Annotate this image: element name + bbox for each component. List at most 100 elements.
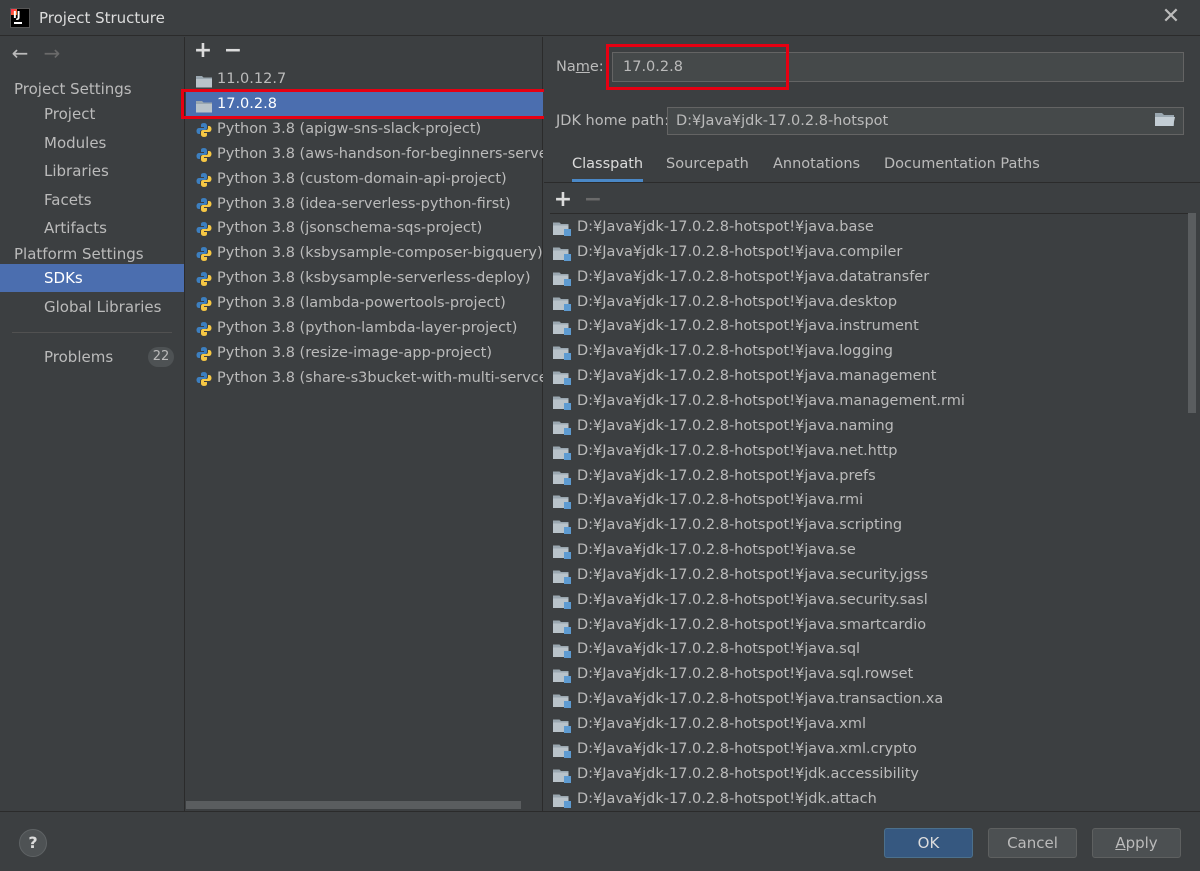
classpath-list-item-label: D:¥Java¥jdk-17.0.2.8-hotspot!¥jdk.access… bbox=[577, 765, 919, 782]
classpath-list-item-label: D:¥Java¥jdk-17.0.2.8-hotspot!¥java.secur… bbox=[577, 591, 928, 608]
ok-button[interactable]: OK bbox=[884, 828, 973, 858]
nav-item-project[interactable]: Project bbox=[0, 100, 184, 128]
sdk-list-item-label: 11.0.12.7 bbox=[217, 71, 287, 87]
classpath-list-item[interactable]: D:¥Java¥jdk-17.0.2.8-hotspot!¥java.loggi… bbox=[550, 339, 1180, 364]
name-label: Name: bbox=[556, 59, 604, 75]
apply-button[interactable]: Apply bbox=[1092, 828, 1181, 858]
classpath-list-item[interactable]: D:¥Java¥jdk-17.0.2.8-hotspot!¥java.net.h… bbox=[550, 439, 1180, 464]
sdk-list-item[interactable]: Python 3.8 (jsonschema-sqs-project) bbox=[186, 216, 543, 241]
classpath-list-item-label: D:¥Java¥jdk-17.0.2.8-hotspot!¥java.deskt… bbox=[577, 293, 898, 310]
classpath-list-item[interactable]: D:¥Java¥jdk-17.0.2.8-hotspot!¥java.deskt… bbox=[550, 290, 1180, 315]
classpath-list: D:¥Java¥jdk-17.0.2.8-hotspot!¥java.base D… bbox=[550, 213, 1190, 811]
sdk-detail-panel: Name: 17.0.2.8 JDK home path: D:¥Java¥jd… bbox=[544, 37, 1200, 811]
classpath-list-item[interactable]: D:¥Java¥jdk-17.0.2.8-hotspot!¥java.sql bbox=[550, 637, 1180, 662]
intellij-logo-icon: IJ bbox=[10, 8, 30, 28]
project-settings-header: Project Settings bbox=[14, 80, 132, 98]
horizontal-scrollbar[interactable] bbox=[186, 801, 521, 809]
sdk-list-item[interactable]: Python 3.8 (apigw-sns-slack-project) bbox=[186, 117, 543, 142]
classpath-list-item[interactable]: D:¥Java¥jdk-17.0.2.8-hotspot!¥java.sql.r… bbox=[550, 662, 1180, 687]
jar-folder-icon bbox=[553, 220, 571, 236]
nav-item-facets[interactable]: Facets bbox=[0, 186, 184, 214]
sdk-list-item[interactable]: Python 3.8 (idea-serverless-python-first… bbox=[186, 192, 543, 217]
browse-folder-icon[interactable] bbox=[1154, 110, 1178, 132]
nav-item-global-libraries[interactable]: Global Libraries bbox=[0, 293, 184, 321]
classpath-list-item[interactable]: D:¥Java¥jdk-17.0.2.8-hotspot!¥java.secur… bbox=[550, 588, 1180, 613]
sdk-list-item-label: Python 3.8 (resize-image-app-project) bbox=[217, 344, 493, 361]
sdk-list-item-label: Python 3.8 (apigw-sns-slack-project) bbox=[217, 120, 482, 137]
classpath-list-item[interactable]: D:¥Java¥jdk-17.0.2.8-hotspot!¥java.scrip… bbox=[550, 513, 1180, 538]
sdk-list-item[interactable]: Python 3.8 (ksbysample-composer-bigquery… bbox=[186, 241, 543, 266]
tab-underline bbox=[544, 182, 1200, 183]
tab-documentation-paths[interactable]: Documentation Paths bbox=[884, 154, 1040, 182]
add-classpath-icon[interactable]: + bbox=[552, 187, 574, 212]
tab-sourcepath[interactable]: Sourcepath bbox=[666, 154, 749, 182]
nav-item-sdks[interactable]: SDKs bbox=[0, 264, 184, 292]
tab-classpath[interactable]: Classpath bbox=[572, 154, 644, 182]
classpath-list-item-label: D:¥Java¥jdk-17.0.2.8-hotspot!¥java.namin… bbox=[577, 417, 894, 434]
jar-folder-icon bbox=[553, 692, 571, 709]
problems-count-badge: 22 bbox=[148, 347, 174, 367]
classpath-list-item[interactable]: D:¥Java¥jdk-17.0.2.8-hotspot!¥jdk.attach bbox=[550, 787, 1180, 811]
classpath-list-item[interactable]: D:¥Java¥jdk-17.0.2.8-hotspot!¥java.compi… bbox=[550, 240, 1180, 265]
jar-folder-icon bbox=[553, 618, 571, 634]
close-icon[interactable]: ✕ bbox=[1160, 6, 1182, 28]
classpath-list-item-label: D:¥Java¥jdk-17.0.2.8-hotspot!¥java.loggi… bbox=[577, 343, 893, 360]
classpath-list-item[interactable]: D:¥Java¥jdk-17.0.2.8-hotspot!¥java.datat… bbox=[550, 265, 1180, 290]
classpath-list-item[interactable]: D:¥Java¥jdk-17.0.2.8-hotspot!¥java.prefs bbox=[550, 464, 1180, 489]
classpath-list-item[interactable]: D:¥Java¥jdk-17.0.2.8-hotspot!¥java.xml bbox=[550, 712, 1180, 737]
sdk-list-item-label: Python 3.8 (custom-domain-api-project) bbox=[217, 170, 507, 187]
classpath-list-item-label: D:¥Java¥jdk-17.0.2.8-hotspot!¥java.datat… bbox=[577, 268, 930, 285]
classpath-list-item-label: D:¥Java¥jdk-17.0.2.8-hotspot!¥java.xml bbox=[577, 716, 867, 732]
classpath-list-item[interactable]: D:¥Java¥jdk-17.0.2.8-hotspot!¥jdk.access… bbox=[550, 762, 1180, 787]
back-arrow-icon[interactable]: ← bbox=[8, 43, 32, 63]
classpath-list-item-label: D:¥Java¥jdk-17.0.2.8-hotspot!¥java.rmi bbox=[577, 492, 864, 509]
jar-folder-icon bbox=[553, 394, 571, 410]
sdk-list-item[interactable]: Python 3.8 (aws-handson-for-beginners-se… bbox=[186, 142, 543, 167]
nav-item-label: Problems bbox=[44, 348, 114, 366]
classpath-list-item[interactable]: D:¥Java¥jdk-17.0.2.8-hotspot!¥java.instr… bbox=[550, 314, 1180, 339]
classpath-list-item-label: D:¥Java¥jdk-17.0.2.8-hotspot!¥java.se bbox=[577, 542, 856, 559]
classpath-list-item-label: D:¥Java¥jdk-17.0.2.8-hotspot!¥java.base bbox=[577, 219, 874, 235]
classpath-list-item[interactable]: D:¥Java¥jdk-17.0.2.8-hotspot!¥java.manag… bbox=[550, 364, 1180, 389]
classpath-list-item[interactable]: D:¥Java¥jdk-17.0.2.8-hotspot!¥java.xml.c… bbox=[550, 737, 1180, 762]
help-button[interactable]: ? bbox=[19, 829, 47, 857]
nav-item-libraries[interactable]: Libraries bbox=[0, 157, 184, 185]
python-icon bbox=[196, 147, 212, 162]
nav-item-label: Project bbox=[44, 105, 96, 123]
jar-folder-icon bbox=[553, 469, 571, 485]
classpath-list-item[interactable]: D:¥Java¥jdk-17.0.2.8-hotspot!¥java.base bbox=[550, 215, 1180, 240]
jar-folder-icon bbox=[553, 667, 571, 684]
nav-item-artifacts[interactable]: Artifacts bbox=[0, 214, 184, 242]
classpath-list-item[interactable]: D:¥Java¥jdk-17.0.2.8-hotspot!¥java.se bbox=[550, 538, 1180, 563]
add-sdk-icon[interactable]: + bbox=[192, 40, 214, 62]
sdk-list-item[interactable]: Python 3.8 (share-s3bucket-with-multi-se… bbox=[186, 366, 543, 391]
classpath-list-item[interactable]: D:¥Java¥jdk-17.0.2.8-hotspot!¥java.namin… bbox=[550, 414, 1180, 439]
nav-item-label: Global Libraries bbox=[44, 298, 162, 316]
jdk-home-path-field[interactable]: D:¥Java¥jdk-17.0.2.8-hotspot bbox=[667, 107, 1184, 135]
sdk-list-item[interactable]: Python 3.8 (resize-image-app-project) bbox=[186, 341, 543, 366]
remove-classpath-icon[interactable]: − bbox=[582, 187, 604, 212]
sdk-list-item[interactable]: Python 3.8 (python-lambda-layer-project) bbox=[186, 316, 543, 341]
nav-divider bbox=[12, 332, 172, 333]
classpath-list-item[interactable]: D:¥Java¥jdk-17.0.2.8-hotspot!¥java.rmi bbox=[550, 488, 1180, 513]
jar-folder-icon bbox=[553, 568, 571, 584]
python-icon bbox=[196, 346, 212, 361]
nav-item-modules[interactable]: Modules bbox=[0, 129, 184, 157]
classpath-list-item[interactable]: D:¥Java¥jdk-17.0.2.8-hotspot!¥java.smart… bbox=[550, 613, 1180, 638]
sdk-list-item[interactable]: Python 3.8 (lambda-powertools-project) bbox=[186, 291, 543, 316]
sdk-list-item[interactable]: Python 3.8 (ksbysample-serverless-deploy… bbox=[186, 266, 543, 291]
sdk-list-item[interactable]: Python 3.8 (custom-domain-api-project) bbox=[186, 167, 543, 192]
forward-arrow-icon[interactable]: → bbox=[40, 43, 64, 63]
classpath-list-item[interactable]: D:¥Java¥jdk-17.0.2.8-hotspot!¥java.secur… bbox=[550, 563, 1180, 588]
classpath-list-item[interactable]: D:¥Java¥jdk-17.0.2.8-hotspot!¥java.manag… bbox=[550, 389, 1180, 414]
classpath-list-item-label: D:¥Java¥jdk-17.0.2.8-hotspot!¥java.scrip… bbox=[577, 517, 903, 534]
jar-folder-icon bbox=[553, 319, 571, 336]
tab-annotations[interactable]: Annotations bbox=[773, 154, 860, 182]
cancel-button[interactable]: Cancel bbox=[988, 828, 1077, 858]
remove-sdk-icon[interactable]: − bbox=[222, 40, 244, 62]
nav-item-label: Modules bbox=[44, 133, 107, 152]
vertical-scrollbar[interactable] bbox=[1188, 213, 1196, 413]
classpath-list-item[interactable]: D:¥Java¥jdk-17.0.2.8-hotspot!¥java.trans… bbox=[550, 687, 1180, 712]
jar-folder-icon bbox=[553, 369, 571, 386]
classpath-list-item-label: D:¥Java¥jdk-17.0.2.8-hotspot!¥java.sql bbox=[577, 641, 861, 658]
